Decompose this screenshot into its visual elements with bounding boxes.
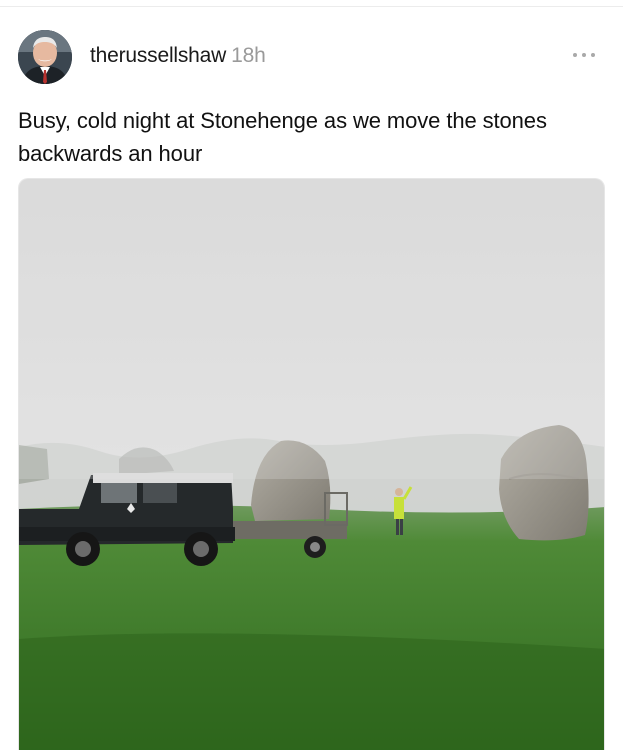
top-divider xyxy=(0,6,623,7)
post-caption: Busy, cold night at Stonehenge as we mov… xyxy=(18,108,547,166)
username-link[interactable]: therussellshaw xyxy=(90,44,226,67)
more-dot xyxy=(582,53,586,57)
more-horizontal-icon xyxy=(573,53,577,57)
username-line: therussellshaw 18h xyxy=(90,44,266,68)
post-timestamp: 18h xyxy=(231,44,266,67)
user-avatar[interactable] xyxy=(18,30,72,84)
post-header: therussellshaw 18h xyxy=(18,30,605,86)
more-dot xyxy=(591,53,595,57)
more-options-button[interactable] xyxy=(573,48,599,62)
post-photo[interactable] xyxy=(18,178,605,750)
